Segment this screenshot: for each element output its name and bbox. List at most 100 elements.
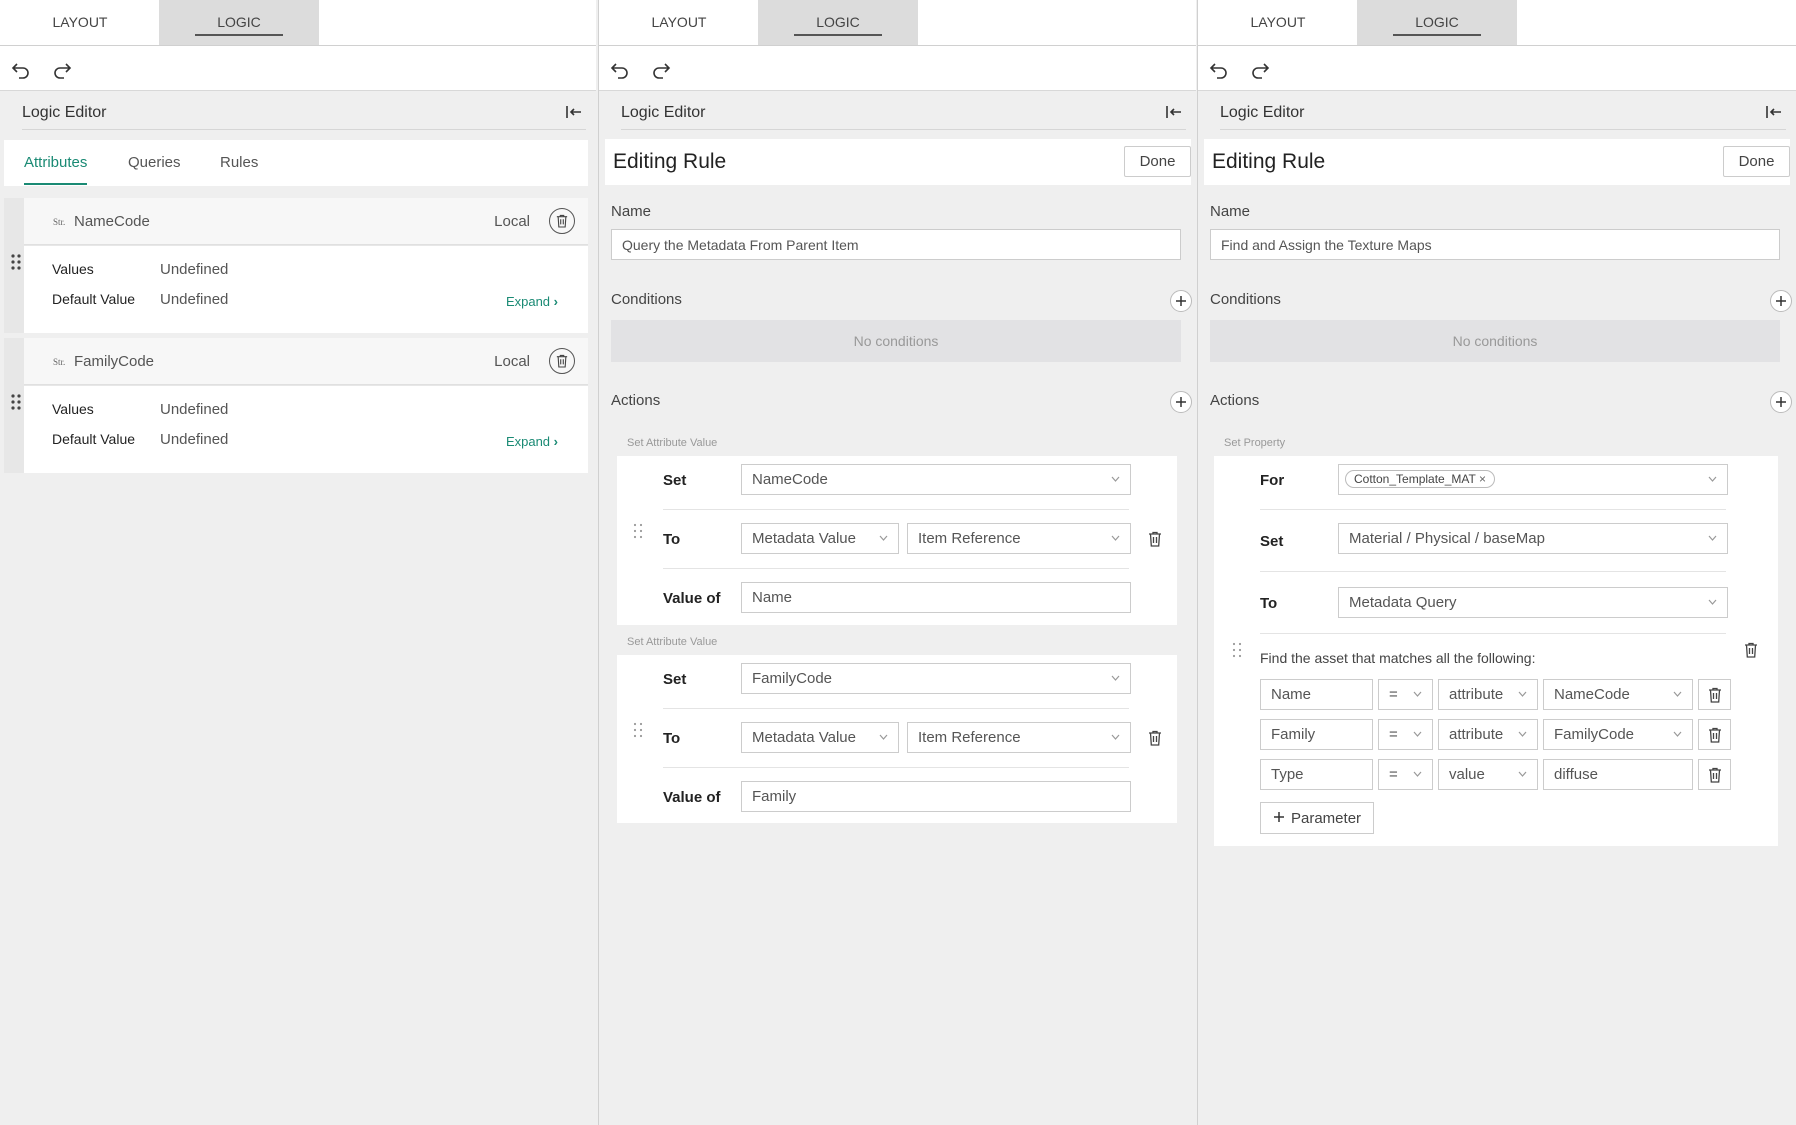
param-kind-select[interactable]: value xyxy=(1438,759,1538,790)
toolbar xyxy=(1198,46,1796,91)
param-kind-select[interactable]: attribute xyxy=(1438,719,1538,750)
set-property-value: Material / Physical / baseMap xyxy=(1349,530,1545,547)
to-source-select[interactable]: Metadata Query xyxy=(1338,587,1728,618)
tab-logic-label: LOGIC xyxy=(794,12,882,36)
collapse-panel-icon[interactable] xyxy=(564,104,584,120)
drag-handle-icon[interactable] xyxy=(10,253,22,271)
tab-layout[interactable]: LAYOUT xyxy=(0,0,160,45)
param-field-input[interactable]: Type xyxy=(1260,759,1373,790)
param-value-select[interactable]: NameCode xyxy=(1543,679,1693,710)
param-value-select[interactable]: FamilyCode xyxy=(1543,719,1693,750)
editor-header: Logic Editor xyxy=(599,92,1196,130)
drag-handle-icon[interactable] xyxy=(633,722,643,738)
tab-logic[interactable]: LOGIC xyxy=(159,0,319,45)
drag-handle-icon[interactable] xyxy=(10,393,22,411)
delete-attribute-button[interactable] xyxy=(549,348,575,374)
trash-icon[interactable] xyxy=(1148,730,1162,746)
editing-rule-bar: Editing Rule Done xyxy=(1204,139,1790,185)
set-attribute-select[interactable]: FamilyCode xyxy=(741,663,1131,694)
editing-rule-title: Editing Rule xyxy=(1212,150,1326,173)
param-operator-select[interactable]: = xyxy=(1378,679,1433,710)
param-value-input[interactable]: diffuse xyxy=(1543,759,1693,790)
set-attribute-value: FamilyCode xyxy=(752,670,833,687)
tab-attributes[interactable]: Attributes xyxy=(24,154,88,185)
set-attribute-select[interactable]: NameCode xyxy=(741,464,1131,495)
no-conditions-placeholder: No conditions xyxy=(1210,320,1780,362)
tab-layout[interactable]: LAYOUT xyxy=(1198,0,1358,45)
to-reference-value: Item Reference xyxy=(918,729,1021,746)
redo-icon[interactable] xyxy=(51,58,73,80)
add-parameter-button[interactable]: Parameter xyxy=(1260,802,1375,834)
chevron-down-icon xyxy=(1708,476,1717,482)
param-operator-value: = xyxy=(1389,726,1398,743)
divider xyxy=(663,767,1129,768)
param-operator-value: = xyxy=(1389,686,1398,703)
param-operator-select[interactable]: = xyxy=(1378,719,1433,750)
tab-logic[interactable]: LOGIC xyxy=(1357,0,1517,45)
conditions-label: Conditions xyxy=(1210,291,1281,308)
to-reference-select[interactable]: Item Reference xyxy=(907,722,1131,753)
set-property-select[interactable]: Material / Physical / baseMap xyxy=(1338,523,1728,554)
trash-icon[interactable] xyxy=(1744,642,1758,658)
for-target-select[interactable]: Cotton_Template_MAT × xyxy=(1338,464,1728,495)
trash-icon[interactable] xyxy=(1148,531,1162,547)
undo-icon[interactable] xyxy=(609,58,631,80)
set-label: Set xyxy=(663,671,687,688)
values-label: Values xyxy=(52,261,94,277)
attribute-body: Values Undefined Default Value Undefined… xyxy=(24,246,588,333)
tab-logic[interactable]: LOGIC xyxy=(758,0,918,45)
chevron-down-icon xyxy=(879,535,888,541)
param-operator-select[interactable]: = xyxy=(1378,759,1433,790)
rule-name-input[interactable]: Find and Assign the Texture Maps xyxy=(1210,229,1780,260)
done-button[interactable]: Done xyxy=(1723,146,1790,177)
to-reference-select[interactable]: Item Reference xyxy=(907,523,1131,554)
editing-rule-bar: Editing Rule Done xyxy=(605,139,1191,185)
remove-chip-icon[interactable]: × xyxy=(1479,472,1486,486)
drag-handle-icon[interactable] xyxy=(1232,642,1242,658)
redo-icon[interactable] xyxy=(1249,58,1271,80)
expand-link[interactable]: Expand › xyxy=(506,294,558,309)
param-kind-select[interactable]: attribute xyxy=(1438,679,1538,710)
delete-param-button[interactable] xyxy=(1698,759,1731,790)
chevron-right-icon: › xyxy=(553,434,558,449)
redo-icon[interactable] xyxy=(650,58,672,80)
delete-param-button[interactable] xyxy=(1698,679,1731,710)
rule-name-input[interactable]: Query the Metadata From Parent Item xyxy=(611,229,1181,260)
add-action-button[interactable] xyxy=(1770,391,1792,413)
target-chip-label: Cotton_Template_MAT xyxy=(1354,472,1476,486)
param-operator-value: = xyxy=(1389,766,1398,783)
tab-layout-label: LAYOUT xyxy=(1250,14,1306,30)
expand-label: Expand xyxy=(505,294,551,309)
tab-rules[interactable]: Rules xyxy=(220,154,258,183)
collapse-panel-icon[interactable] xyxy=(1164,104,1184,120)
editor-title: Logic Editor xyxy=(1220,104,1305,121)
expand-link[interactable]: Expand › xyxy=(506,434,558,449)
undo-icon[interactable] xyxy=(1208,58,1230,80)
tab-layout[interactable]: LAYOUT xyxy=(599,0,759,45)
tab-queries[interactable]: Queries xyxy=(128,154,181,183)
param-field-input[interactable]: Family xyxy=(1260,719,1373,750)
drag-handle-icon[interactable] xyxy=(633,523,643,539)
value-of-input[interactable]: Family xyxy=(741,781,1131,812)
param-field-input[interactable]: Name xyxy=(1260,679,1373,710)
param-value: FamilyCode xyxy=(1554,726,1635,743)
collapse-panel-icon[interactable] xyxy=(1764,104,1784,120)
to-source-select[interactable]: Metadata Value xyxy=(741,722,899,753)
done-button[interactable]: Done xyxy=(1124,146,1191,177)
undo-icon[interactable] xyxy=(10,58,32,80)
add-action-button[interactable] xyxy=(1170,391,1192,413)
tab-logic-label: LOGIC xyxy=(195,12,283,36)
add-condition-button[interactable] xyxy=(1170,290,1192,312)
add-condition-button[interactable] xyxy=(1770,290,1792,312)
trash-icon xyxy=(556,354,568,368)
delete-param-button[interactable] xyxy=(1698,719,1731,750)
delete-attribute-button[interactable] xyxy=(549,208,575,234)
action-section-label: Set Attribute Value xyxy=(627,437,718,449)
to-source-select[interactable]: Metadata Value xyxy=(741,523,899,554)
chevron-down-icon xyxy=(1111,734,1120,740)
attribute-name: NameCode xyxy=(74,213,150,230)
to-source-value: Metadata Value xyxy=(752,530,856,547)
trash-icon xyxy=(1708,767,1722,783)
value-of-input[interactable]: Name xyxy=(741,582,1131,613)
to-reference-value: Item Reference xyxy=(918,530,1021,547)
